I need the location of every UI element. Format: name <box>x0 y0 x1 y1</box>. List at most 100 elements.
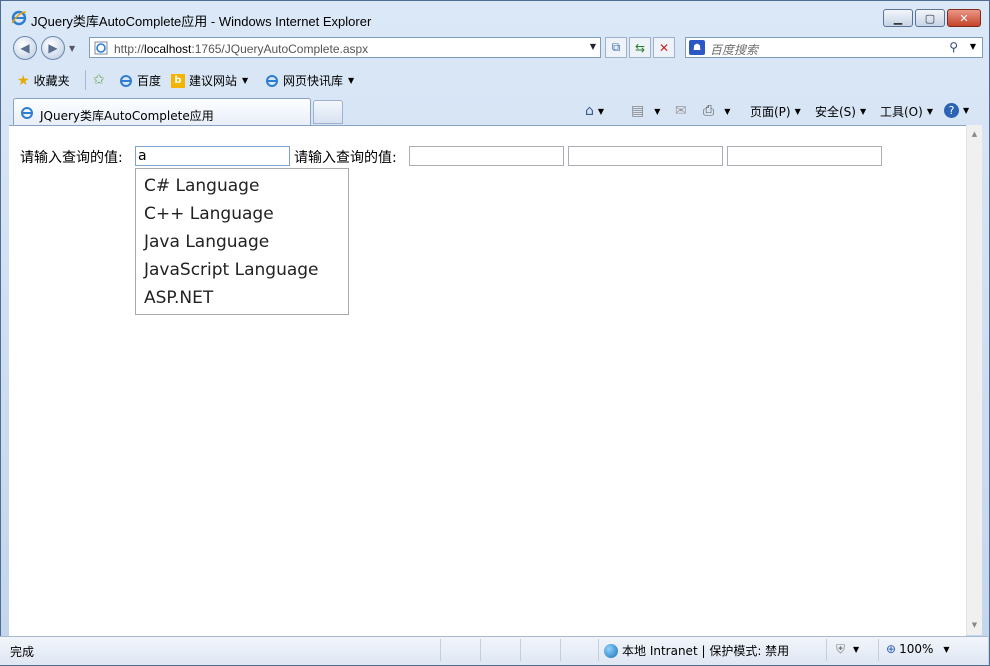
maximize-button[interactable]: ▢ <box>915 9 945 27</box>
favorites-star-icon: ★ <box>17 72 30 89</box>
add-favorite-star-icon: ✩ <box>93 72 105 88</box>
autocomplete-item[interactable]: Java Language <box>136 228 348 256</box>
print-button[interactable]: ⎙ ▼ <box>703 103 730 119</box>
scroll-up-icon[interactable]: ▲ <box>967 127 982 142</box>
autocomplete-item[interactable]: C# Language <box>136 172 348 200</box>
printer-icon: ⎙ <box>703 103 715 119</box>
status-text: 完成 <box>10 645 35 659</box>
status-separator <box>598 639 599 661</box>
navigation-bar: ◀ ▶ ▼ http://localhost:1765/JQueryAutoCo… <box>1 33 989 63</box>
tab-title: JQuery类库AutoComplete应用 <box>40 109 214 123</box>
chevron-down-icon: ▼ <box>943 644 950 654</box>
chevron-down-icon: ▼ <box>242 76 249 85</box>
query-input-1[interactable] <box>135 146 290 166</box>
chevron-down-icon: ▼ <box>724 106 731 116</box>
history-dropdown-icon[interactable]: ▼ <box>69 44 75 53</box>
scroll-down-icon[interactable]: ▼ <box>967 618 982 633</box>
window-title: JQuery类库AutoComplete应用 - Windows Interne… <box>31 14 372 29</box>
chevron-down-icon: ▼ <box>853 645 860 654</box>
close-button[interactable]: ✕ <box>947 9 981 27</box>
compatibility-view-button[interactable]: ⧉ <box>605 37 627 58</box>
search-options-dropdown-icon[interactable]: ▼ <box>970 42 976 51</box>
ie-page-icon <box>266 74 278 87</box>
fav-item-suggested-sites[interactable]: b 建议网站 ▼ <box>171 72 248 89</box>
tab-bar: JQuery类库AutoComplete应用 ⌂ ▼ ▤ ▼ ✉ ⎙ ▼ 页面(P) ▼… <box>1 96 989 126</box>
chevron-down-icon: ▼ <box>963 106 970 115</box>
status-separator <box>560 639 561 661</box>
query-label-1: 请输入查询的值: <box>20 150 123 166</box>
search-icon[interactable]: ⚲ <box>949 40 958 54</box>
url-scheme: http:// <box>114 42 145 56</box>
rss-icon: ▤ <box>631 103 645 119</box>
autocomplete-item[interactable]: C++ Language <box>136 200 348 228</box>
favorites-button[interactable]: ★ 收藏夹 <box>17 72 70 89</box>
stop-button[interactable]: ✕ <box>653 37 675 58</box>
title-bar: JQuery类库AutoComplete应用 - Windows Interne… <box>1 1 989 31</box>
favorites-bar: ★ 收藏夹 ✩ 百度 b 建议网站 ▼ 网页快讯库 ▼ <box>1 66 989 94</box>
address-dropdown-icon[interactable]: ▼ <box>590 42 596 51</box>
feeds-button[interactable]: ▤ ▼ <box>631 103 660 119</box>
page-menu[interactable]: 页面(P) ▼ <box>750 103 801 120</box>
fav-item-label: 网页快讯库 <box>283 74 344 88</box>
ie-logo-icon <box>11 10 27 26</box>
chevron-down-icon: ▼ <box>654 106 661 116</box>
chevron-down-icon: ▼ <box>926 107 933 116</box>
status-separator <box>878 639 879 661</box>
url-path: :1765/JQueryAutoComplete.aspx <box>191 42 369 56</box>
help-button[interactable]: ? ▼ <box>944 103 969 118</box>
safety-menu-label: 安全(S) <box>815 105 856 119</box>
tools-menu[interactable]: 工具(O) ▼ <box>880 103 933 120</box>
security-zone-label: 本地 Intranet | 保护模式: 禁用 <box>622 644 790 658</box>
url-host: localhost <box>144 42 192 56</box>
safety-menu[interactable]: 安全(S) ▼ <box>815 103 866 120</box>
security-zone[interactable]: 本地 Intranet | 保护模式: 禁用 <box>604 642 789 659</box>
stop-icon: ✕ <box>658 40 670 55</box>
compatibility-icon: ⧉ <box>611 40 621 54</box>
status-separator <box>826 639 827 661</box>
fav-item-web-slice-gallery[interactable]: 网页快讯库 ▼ <box>265 72 354 89</box>
fav-item-label: 建议网站 <box>189 74 238 88</box>
status-separator <box>480 639 481 661</box>
address-bar[interactable]: http://localhost:1765/JQueryAutoComplete… <box>89 37 601 58</box>
back-button[interactable]: ◀ <box>13 36 37 60</box>
back-arrow-icon: ◀ <box>20 41 30 55</box>
chevron-down-icon: ▼ <box>597 106 605 116</box>
add-to-favorites-bar-button[interactable]: ✩ <box>93 72 109 88</box>
query-label-2: 请输入查询的值: <box>294 150 397 166</box>
shield-icon: ⛨ <box>836 642 846 656</box>
tools-menu-label: 工具(O) <box>880 105 923 119</box>
new-tab-button[interactable] <box>313 100 343 124</box>
refresh-button[interactable]: ⇆ <box>629 37 651 58</box>
autocomplete-item[interactable]: JavaScript Language <box>136 256 348 284</box>
page-menu-label: 页面(P) <box>750 105 791 119</box>
protected-mode-button[interactable]: ⛨ ▼ <box>836 642 859 657</box>
mail-icon: ✉ <box>675 103 687 119</box>
chevron-down-icon: ▼ <box>348 76 355 85</box>
ie-page-icon <box>21 107 33 119</box>
autocomplete-dropdown: C# Language C++ Language Java Language J… <box>135 168 349 315</box>
baidu-logo-icon: ☗ <box>689 40 705 55</box>
status-bar: 完成 本地 Intranet | 保护模式: 禁用 ⛨ ▼ ⊕ 100% ▼ <box>0 636 988 665</box>
zoom-control[interactable]: ⊕ 100% ▼ <box>886 642 950 656</box>
favorites-label: 收藏夹 <box>33 74 70 88</box>
query-input-2[interactable] <box>409 146 564 166</box>
tab-active[interactable]: JQuery类库AutoComplete应用 <box>13 98 311 126</box>
query-input-3[interactable] <box>568 146 723 166</box>
query-input-4[interactable] <box>727 146 882 166</box>
fav-item-baidu[interactable]: 百度 <box>119 72 161 89</box>
minimize-button[interactable]: ▁ <box>883 9 913 27</box>
forward-button[interactable]: ▶ <box>41 36 65 60</box>
status-separator <box>440 639 441 661</box>
autocomplete-item[interactable]: ASP.NET <box>136 284 348 312</box>
ie-page-icon <box>120 74 132 87</box>
refresh-icon: ⇆ <box>634 40 646 55</box>
fav-item-label: 百度 <box>137 74 162 88</box>
zoom-icon: ⊕ <box>886 642 897 656</box>
read-mail-button[interactable]: ✉ <box>675 103 687 119</box>
bing-icon: b <box>171 73 185 88</box>
status-separator <box>520 639 521 661</box>
url-text: http://localhost:1765/JQueryAutoComplete… <box>114 42 368 56</box>
search-box[interactable]: ☗ 百度搜索 ⚲ ▼ <box>685 37 983 58</box>
home-button[interactable]: ⌂ ▼ <box>585 103 604 119</box>
vertical-scrollbar[interactable]: ▲ ▼ <box>966 125 982 635</box>
